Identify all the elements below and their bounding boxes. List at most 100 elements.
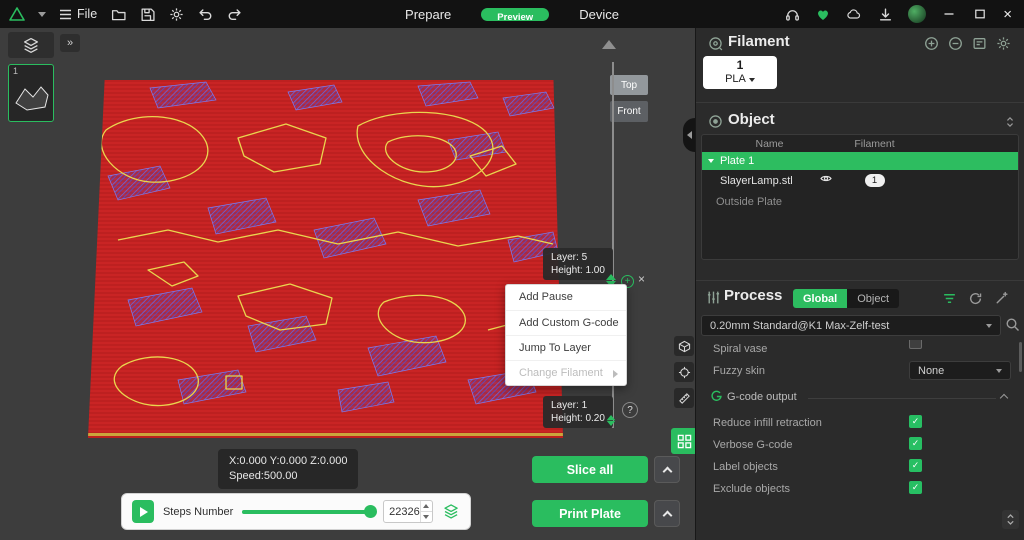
help-button[interactable]: ?: [622, 402, 638, 418]
process-settings-list: Spiral vase Fuzzy skin None G-code outpu…: [696, 340, 1024, 512]
row-expand-icon[interactable]: [708, 159, 714, 163]
panel-collapse-handle[interactable]: [683, 118, 695, 152]
unfold-icon: [1006, 513, 1015, 526]
slice-options-button[interactable]: [654, 456, 680, 483]
steps-slider-handle[interactable]: [364, 505, 377, 518]
outside-plate-label: Outside Plate: [716, 196, 782, 208]
process-reset-button[interactable]: [968, 291, 983, 311]
layer-tooltip-top: Layer: 5 Height: 1.00: [543, 248, 613, 280]
fuzzy-skin-dropdown[interactable]: None: [909, 361, 1011, 380]
side-tool-target-button[interactable]: [674, 362, 694, 382]
close-button[interactable]: ×: [1003, 7, 1012, 22]
column-filament: Filament: [837, 138, 912, 150]
filament-slot-number: 1: [703, 56, 777, 73]
setting-reduce-infill-checkbox[interactable]: ✓: [909, 415, 922, 428]
download-icon[interactable]: [877, 6, 893, 22]
minimize-button[interactable]: [941, 6, 957, 22]
filament-assignment-badge[interactable]: 1: [865, 174, 885, 187]
object-table: Name Filament Plate 1 SlayerLamp.stl 1 O…: [701, 134, 1019, 260]
play-button[interactable]: [132, 500, 154, 523]
cloud-icon[interactable]: [846, 6, 862, 22]
object-target-icon: [708, 114, 723, 129]
side-tool-measure-button[interactable]: [674, 388, 694, 408]
ruler-icon: [678, 392, 691, 405]
menu-item-add-custom-gcode[interactable]: Add Custom G-code: [506, 310, 626, 335]
grid-icon: [677, 434, 692, 449]
all-plates-view-button[interactable]: [671, 428, 695, 454]
print-options-button[interactable]: [654, 500, 680, 527]
menu-item-add-pause[interactable]: Add Pause: [506, 285, 626, 310]
filament-material: PLA: [725, 73, 746, 86]
plate-stack-button[interactable]: [8, 32, 54, 58]
dismiss-marker-icon[interactable]: ×: [638, 272, 645, 286]
steps-spinner[interactable]: 22326: [383, 500, 433, 523]
setting-reduce-infill-label: Reduce infill retraction: [713, 417, 822, 429]
steps-slider[interactable]: [242, 505, 374, 518]
object-section-title: Object: [728, 111, 775, 128]
filament-section-title: Filament: [728, 33, 790, 50]
layer-tooltip-bottom-layer: Layer: 1: [551, 399, 605, 412]
menu-item-change-filament[interactable]: Change Filament: [506, 360, 626, 385]
plate-thumbnail[interactable]: 1: [8, 64, 54, 122]
view-up-arrow[interactable]: [602, 40, 616, 49]
steps-value[interactable]: 22326: [384, 501, 420, 522]
setting-verbose-gcode-label: Verbose G-code: [713, 439, 793, 451]
play-icon: [140, 507, 148, 517]
menu-item-jump-to-layer[interactable]: Jump To Layer: [506, 335, 626, 360]
expand-panel-button[interactable]: »: [60, 34, 80, 52]
preset-name: 0.20mm Standard@K1 Max-Zelf-test: [710, 320, 986, 332]
visibility-eye-icon[interactable]: [819, 173, 833, 187]
slice-all-button[interactable]: Slice all: [532, 456, 648, 483]
print-plate-button[interactable]: Print Plate: [532, 500, 648, 527]
layers-mode-icon[interactable]: [442, 503, 460, 520]
process-tune-button[interactable]: [994, 291, 1009, 311]
scope-object-button[interactable]: Object: [847, 289, 899, 308]
process-preset-dropdown[interactable]: 0.20mm Standard@K1 Max-Zelf-test: [701, 315, 1001, 336]
scope-global-button[interactable]: Global: [793, 289, 847, 308]
filament-settings-button[interactable]: [996, 36, 1011, 56]
setting-label-objects-checkbox[interactable]: ✓: [909, 459, 922, 472]
table-row-outside-plate[interactable]: Outside Plate: [702, 191, 1018, 212]
user-avatar[interactable]: [908, 5, 926, 23]
filament-list-button[interactable]: [972, 36, 987, 56]
table-row-object[interactable]: SlayerLamp.stl 1: [702, 170, 1018, 191]
support-headset-icon[interactable]: [784, 6, 800, 22]
maximize-button[interactable]: [972, 6, 988, 22]
setting-exclude-objects-checkbox[interactable]: ✓: [909, 481, 922, 494]
preset-dropdown-icon: [986, 324, 992, 328]
table-row-plate[interactable]: Plate 1: [702, 152, 1018, 170]
view-front-button[interactable]: Front: [610, 101, 648, 122]
layer-slider-handle-bottom[interactable]: [607, 415, 616, 426]
remove-filament-button[interactable]: [948, 36, 963, 56]
tab-preview[interactable]: Preview: [481, 8, 549, 21]
favorites-heart-icon[interactable]: [815, 6, 831, 22]
filament-slot-card[interactable]: 1 PLA: [703, 56, 777, 89]
object-unfold-button[interactable]: [1004, 115, 1016, 134]
chevron-left-icon: [687, 131, 692, 139]
view-top-button[interactable]: Top: [610, 75, 648, 95]
steps-label: Steps Number: [163, 506, 233, 518]
gcode-output-section-label: G-code output: [727, 391, 797, 403]
steps-decrement-button[interactable]: [421, 511, 432, 522]
gcode-collapse-icon[interactable]: [1000, 394, 1008, 402]
setting-verbose-gcode-checkbox[interactable]: ✓: [909, 437, 922, 450]
plate-preview-canvas[interactable]: [88, 80, 563, 438]
panel-expand-button[interactable]: [1002, 510, 1019, 529]
side-tool-cube-button[interactable]: [674, 336, 694, 356]
setting-fuzzy-skin-label: Fuzzy skin: [713, 365, 765, 377]
preset-search-button[interactable]: [1005, 317, 1021, 338]
add-filament-button[interactable]: [924, 36, 939, 56]
viewport-3d[interactable]: » 1: [0, 28, 695, 540]
tab-device[interactable]: Device: [579, 7, 619, 22]
settings-scrollbar[interactable]: [1019, 342, 1022, 372]
filament-dropdown-icon[interactable]: [749, 78, 755, 82]
layer-tooltip-top-height: Height: 1.00: [551, 264, 605, 277]
tab-prepare[interactable]: Prepare: [405, 7, 451, 22]
setting-spiral-vase-checkbox[interactable]: [909, 340, 922, 349]
process-filter-button[interactable]: [942, 291, 957, 311]
gcode-layer-preview: [88, 80, 563, 438]
layer-context-menu: Add Pause Add Custom G-code Jump To Laye…: [505, 284, 627, 386]
steps-increment-button[interactable]: [421, 501, 432, 511]
layer-tooltip-bottom-height: Height: 0.20: [551, 412, 605, 425]
chevron-up-icon: [662, 511, 672, 521]
